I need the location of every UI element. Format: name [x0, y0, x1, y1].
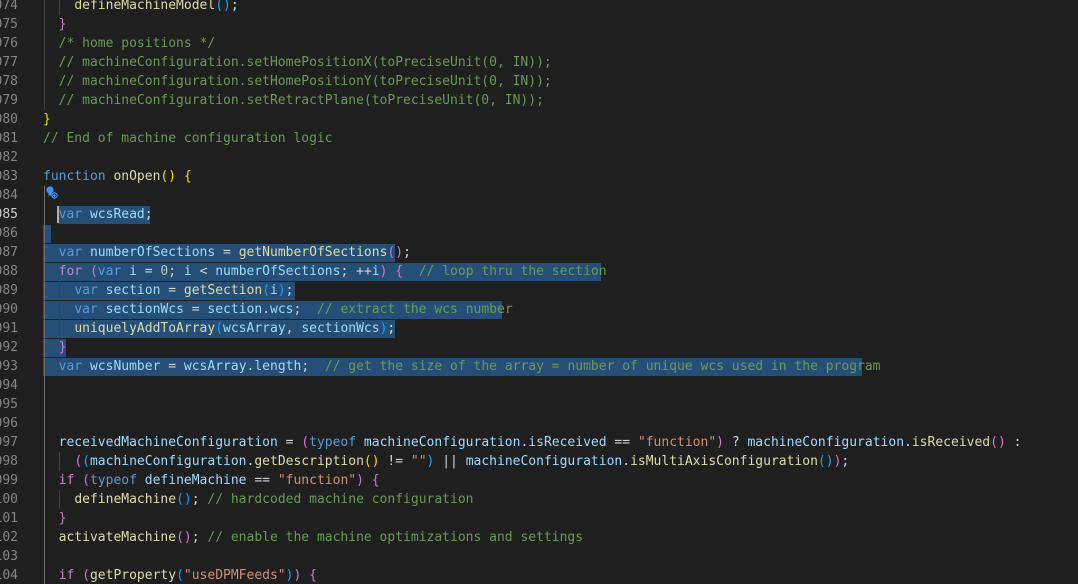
line-number: 102 — [0, 530, 18, 545]
code-line[interactable]: 079 // machineConfiguration.setRetractPl… — [0, 91, 1078, 110]
line-number: 101 — [0, 511, 18, 526]
code-line[interactable]: 092 } — [0, 338, 1078, 357]
line-number: 077 — [0, 55, 18, 70]
code-text: var sectionWcs = section.wcs; // extract… — [74, 302, 513, 317]
code-line[interactable]: 088 for (var i = 0; i < numberOfSections… — [0, 262, 1078, 281]
line-number: 089 — [0, 283, 18, 298]
code-text: // End of machine configuration logic — [43, 131, 333, 146]
code-line[interactable]: 089 var section = getSection(i); — [0, 281, 1078, 300]
line-number: 081 — [0, 131, 18, 146]
code-text: uniquelyAddToArray(wcsArray, sectionWcs)… — [74, 321, 396, 336]
indent-guide — [59, 452, 60, 471]
code-text: for (var i = 0; i < numberOfSections; ++… — [58, 264, 607, 279]
code-text: if (typeof defineMachine == "function") … — [58, 473, 380, 488]
code-line[interactable]: 095 — [0, 395, 1078, 414]
line-number: 080 — [0, 112, 18, 127]
code-text: /* home positions */ — [58, 36, 216, 51]
code-text: var numberOfSections = getNumberOfSectio… — [58, 245, 411, 260]
code-line[interactable]: 080} — [0, 110, 1078, 129]
line-number: 095 — [0, 397, 18, 412]
line-number: 093 — [0, 359, 18, 374]
code-text: } — [58, 340, 67, 355]
line-number: 079 — [0, 93, 18, 108]
code-line[interactable]: 101 } — [0, 509, 1078, 528]
code-line[interactable]: 086 — [0, 224, 1078, 243]
code-line[interactable]: 081 // End of machine configuration logic — [0, 129, 1078, 148]
code-line[interactable]: 083 function onOpen() { — [0, 167, 1078, 186]
line-number: 099 — [0, 473, 18, 488]
line-number: 094 — [0, 378, 18, 393]
code-editor[interactable]: 074 defineMachineModel();075 }076 /* hom… — [0, 0, 1078, 584]
text-cursor — [57, 206, 59, 223]
line-number: 086 — [0, 226, 18, 241]
code-line[interactable]: 075 } — [0, 15, 1078, 34]
code-text: activateMachine(); // enable the machine… — [58, 530, 584, 545]
code-line[interactable]: 102 activateMachine(); // enable the mac… — [0, 528, 1078, 547]
code-line[interactable]: 103 — [0, 547, 1078, 566]
line-number: 075 — [0, 17, 18, 32]
code-line[interactable]: 090 var sectionWcs = section.wcs; // ext… — [0, 300, 1078, 319]
line-number: 090 — [0, 302, 18, 317]
code-line[interactable]: 097 receivedMachineConfiguration = (type… — [0, 433, 1078, 452]
line-number: 078 — [0, 74, 18, 89]
line-number: 088 — [0, 264, 18, 279]
code-text: // machineConfiguration.setHomePositionY… — [58, 74, 552, 89]
code-line[interactable]: 078 // machineConfiguration.setHomePosit… — [0, 72, 1078, 91]
code-line[interactable]: 096 — [0, 414, 1078, 433]
line-number: 082 — [0, 150, 18, 165]
code-line[interactable]: 091 uniquelyAddToArray(wcsArray, section… — [0, 319, 1078, 338]
code-text: defineMachine(); // hardcoded machine co… — [74, 492, 474, 507]
code-text: // machineConfiguration.setHomePositionX… — [58, 55, 552, 70]
indent-guide — [59, 281, 60, 338]
code-text: } — [58, 511, 67, 526]
code-line[interactable]: 085 var wcsRead; — [0, 205, 1078, 224]
code-line[interactable]: 076 /* home positions */ — [0, 34, 1078, 53]
line-number: 104 — [0, 568, 18, 583]
code-text: function onOpen() { — [43, 169, 192, 184]
indent-guide — [59, 0, 60, 15]
code-text: defineMachineModel(); — [74, 0, 239, 13]
code-text: var wcsRead; — [58, 207, 153, 222]
code-text: // machineConfiguration.setRetractPlane(… — [58, 93, 544, 108]
code-text: var wcsNumber = wcsArray.length; // get … — [58, 359, 881, 374]
code-line[interactable]: 087 var numberOfSections = getNumberOfSe… — [0, 243, 1078, 262]
code-line[interactable]: 094 — [0, 376, 1078, 395]
line-number: 074 — [0, 0, 18, 13]
line-number: 085 — [0, 207, 18, 222]
code-text: if (getProperty("useDPMFeeds")) { — [58, 568, 317, 583]
line-number: 097 — [0, 435, 18, 450]
line-number: 076 — [0, 36, 18, 51]
code-line[interactable]: 099 if (typeof defineMachine == "functio… — [0, 471, 1078, 490]
line-number: 100 — [0, 492, 18, 507]
code-text: var section = getSection(i); — [74, 283, 294, 298]
code-text: } — [58, 17, 67, 32]
code-line[interactable]: 093 var wcsNumber = wcsArray.length; // … — [0, 357, 1078, 376]
line-number: 096 — [0, 416, 18, 431]
code-line[interactable]: 084 — [0, 186, 1078, 205]
line-number: 092 — [0, 340, 18, 355]
code-line[interactable]: 098 ((machineConfiguration.getDescriptio… — [0, 452, 1078, 471]
line-number: 103 — [0, 549, 18, 564]
code-text: } — [43, 112, 51, 127]
code-line[interactable]: 104 if (getProperty("useDPMFeeds")) { — [0, 566, 1078, 584]
line-number: 091 — [0, 321, 18, 336]
code-line[interactable]: 077 // machineConfiguration.setHomePosit… — [0, 53, 1078, 72]
lightbulb-icon[interactable] — [44, 185, 58, 199]
line-number: 098 — [0, 454, 18, 469]
code-line[interactable]: 074 defineMachineModel(); — [0, 0, 1078, 15]
line-number: 083 — [0, 169, 18, 184]
line-number: 084 — [0, 188, 18, 203]
line-number: 087 — [0, 245, 18, 260]
indent-guide — [59, 490, 60, 509]
indent-guide — [44, 186, 45, 584]
indent-guide — [44, 0, 45, 110]
code-text: receivedMachineConfiguration = (typeof m… — [58, 435, 1022, 450]
code-line[interactable]: 082 — [0, 148, 1078, 167]
code-line[interactable]: 100 defineMachine(); // hardcoded machin… — [0, 490, 1078, 509]
code-text: ((machineConfiguration.getDescription() … — [74, 454, 850, 469]
